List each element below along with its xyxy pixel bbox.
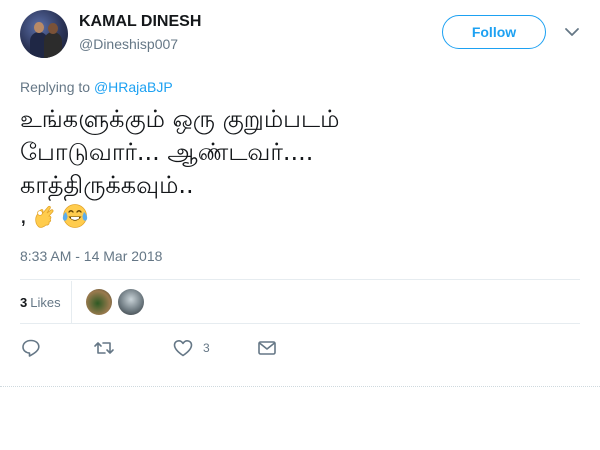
likes-label[interactable]: Likes xyxy=(30,295,60,310)
tears-of-joy-icon xyxy=(62,204,87,228)
author-name[interactable]: KAMAL DINESH xyxy=(79,13,201,31)
heart-icon xyxy=(173,340,193,357)
like-button[interactable]: 3 xyxy=(172,336,256,360)
tweet-text: உங்களுக்கும் ஒரு குறும்படம் போடுவார்... … xyxy=(20,105,340,199)
retweet-button[interactable] xyxy=(92,336,172,360)
like-count: 3 xyxy=(203,341,210,355)
liker-avatar[interactable] xyxy=(85,289,112,315)
tweet-trailing-text: , xyxy=(20,202,27,229)
tweet-actions: 3 xyxy=(20,336,296,360)
tweet-emoji-row: , xyxy=(20,201,89,231)
tweet-card: KAMAL DINESH @Dineshisp007 Follow Replyi… xyxy=(0,0,600,450)
ok-hand-icon xyxy=(34,205,54,228)
liker-avatar[interactable] xyxy=(117,289,144,315)
retweet-icon xyxy=(94,342,114,354)
author-avatar[interactable] xyxy=(20,10,68,58)
envelope-icon xyxy=(258,341,276,355)
reply-mention-link[interactable]: @HRajaBJP xyxy=(94,79,173,95)
direct-message-button[interactable] xyxy=(256,336,296,360)
likes-separator xyxy=(70,281,72,323)
reply-context: Replying to @HRajaBJP xyxy=(20,79,173,95)
author-handle[interactable]: @Dineshisp007 xyxy=(79,36,178,52)
divider xyxy=(0,386,600,388)
chevron-down-icon[interactable] xyxy=(564,25,580,39)
follow-button[interactable]: Follow xyxy=(442,15,546,49)
likes-stats-row: 3 Likes xyxy=(20,281,150,323)
likes-count[interactable]: 3 xyxy=(20,295,27,310)
reply-context-prefix: Replying to xyxy=(20,79,94,95)
reply-button[interactable] xyxy=(20,336,92,360)
reply-icon xyxy=(22,339,40,357)
divider xyxy=(20,323,580,324)
tweet-timestamp[interactable]: 8:33 AM - 14 Mar 2018 xyxy=(20,248,162,264)
divider xyxy=(20,279,580,280)
